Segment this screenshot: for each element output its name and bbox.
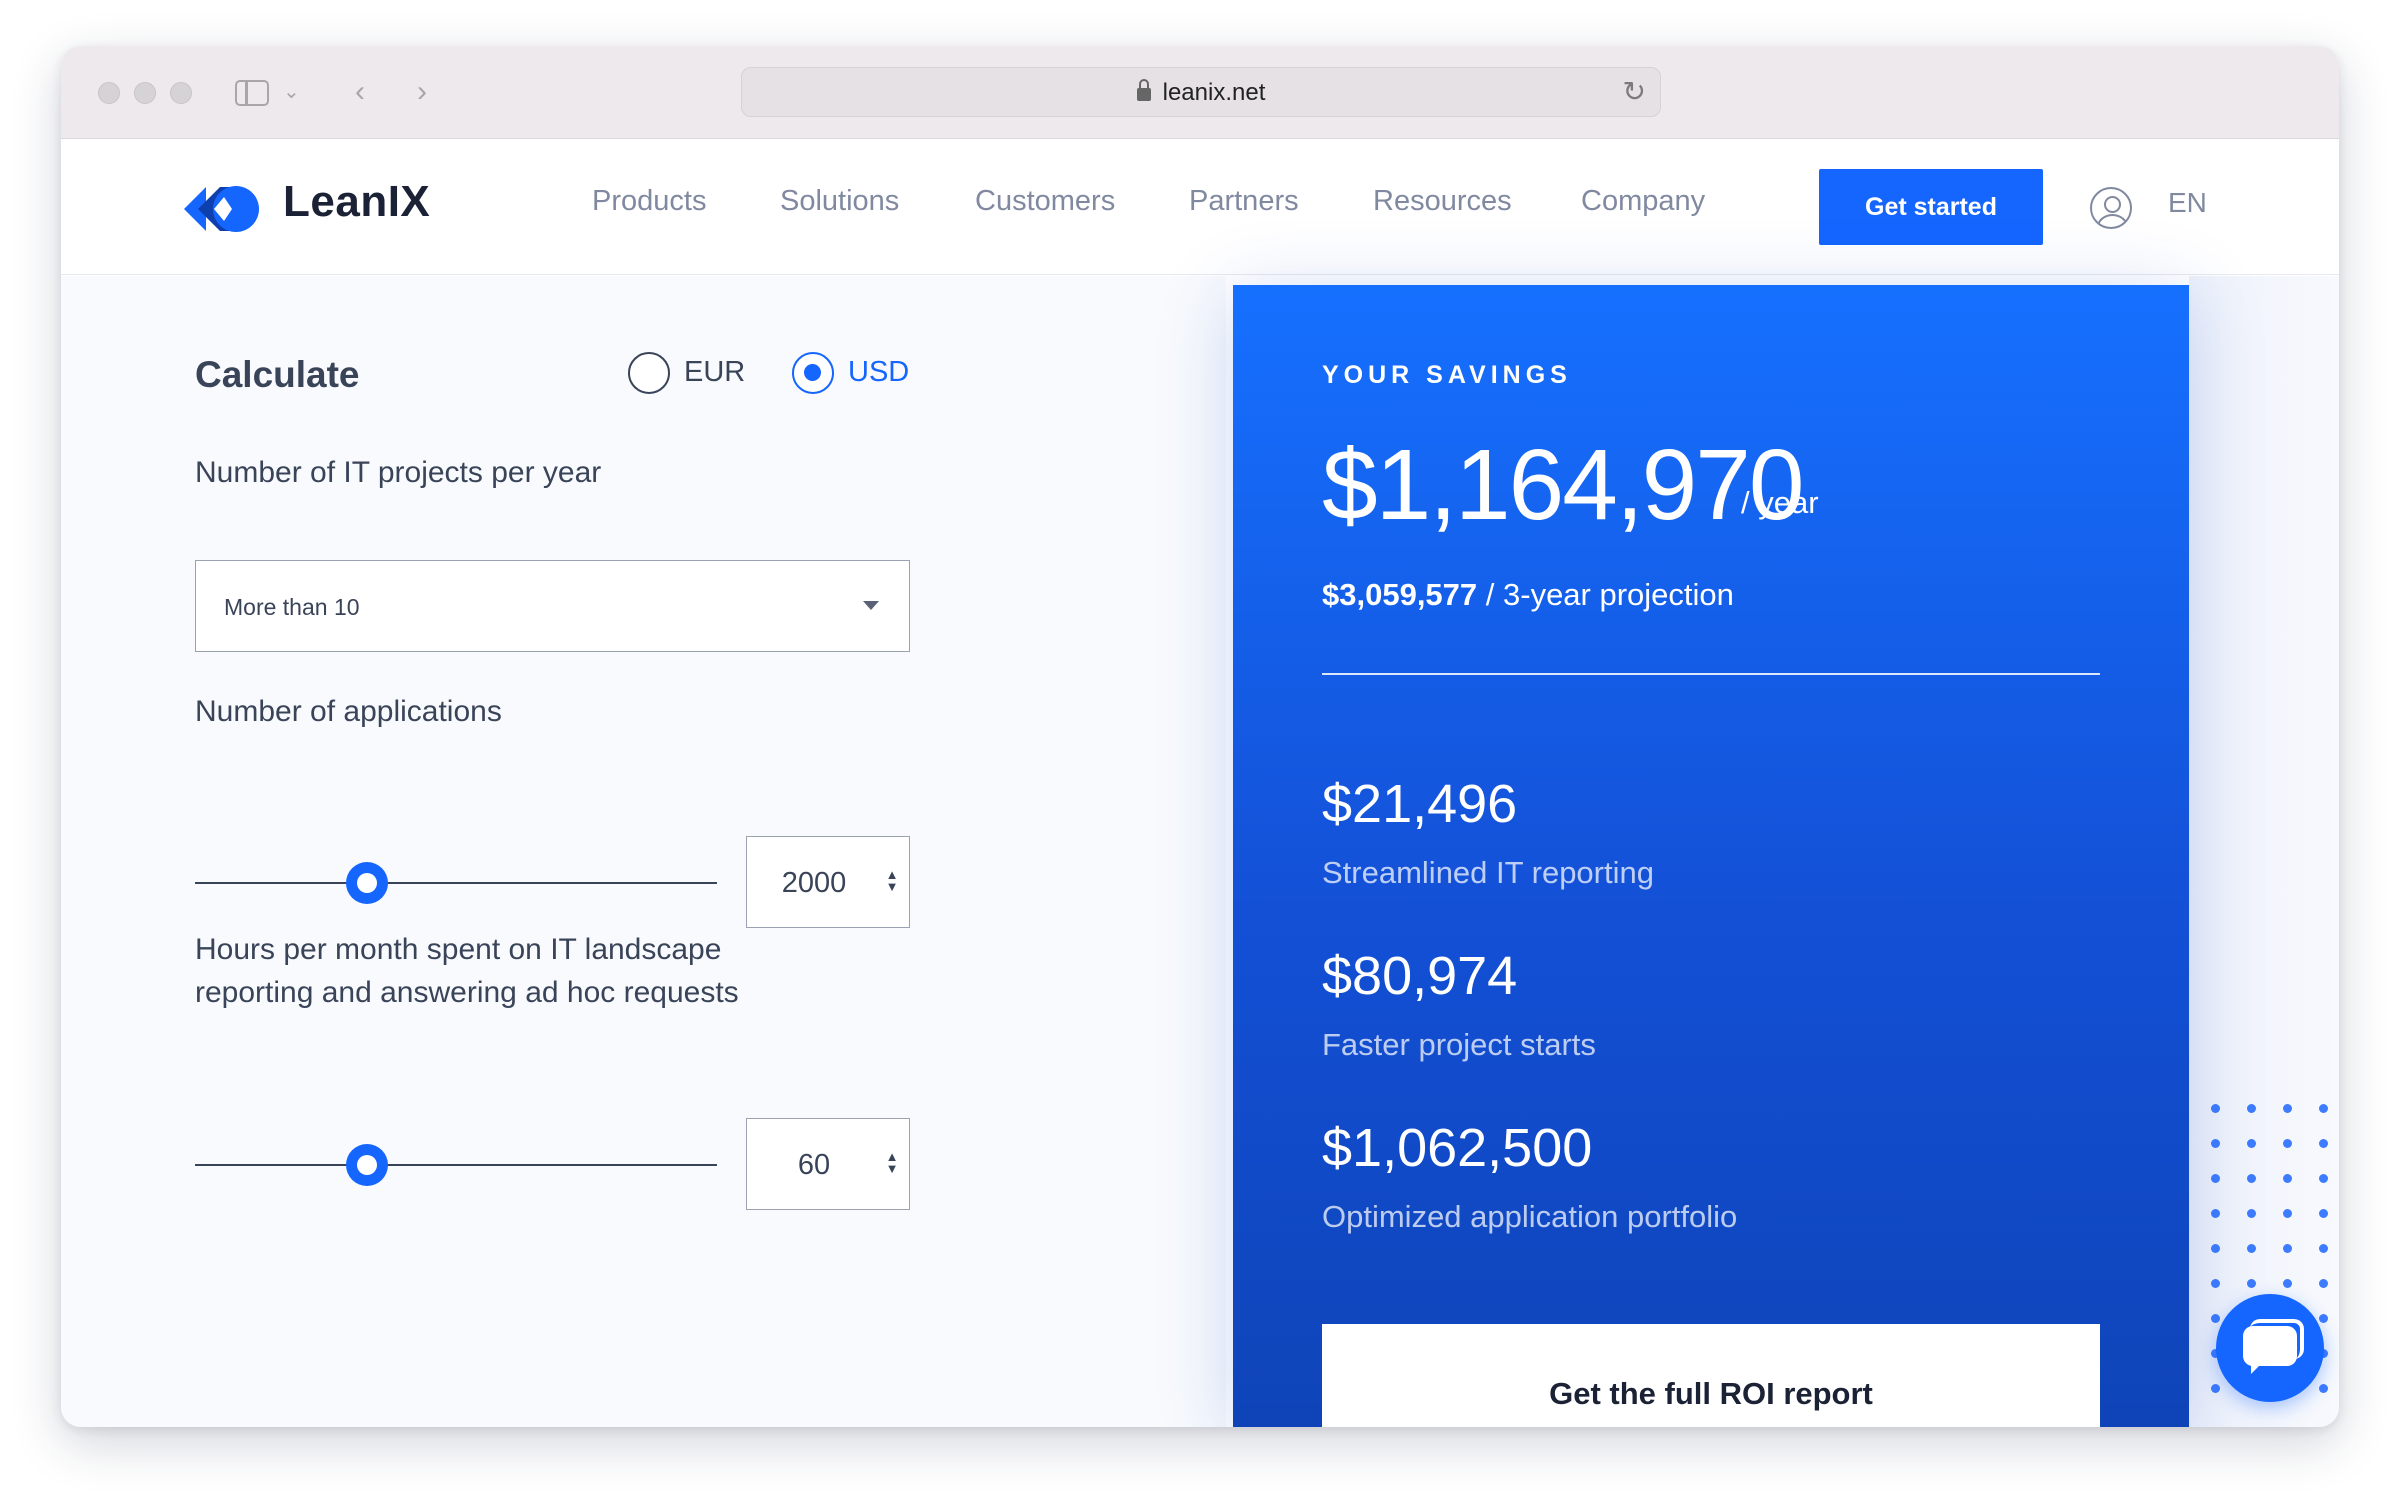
currency-usd-label[interactable]: USD: [848, 356, 909, 389]
decorative-dot: [2283, 1174, 2292, 1183]
applications-slider-track[interactable]: [195, 882, 717, 884]
decorative-dot: [2283, 1209, 2292, 1218]
browser-toolbar: ⌄ ‹ › leanix.net ↻: [61, 46, 2339, 139]
divider: [1322, 673, 2100, 675]
savings-item-label: Optimized application portfolio: [1322, 1199, 1738, 1234]
decorative-dot: [2283, 1244, 2292, 1253]
decorative-dot: [2283, 1104, 2292, 1113]
applications-slider-thumb[interactable]: [346, 862, 389, 904]
user-icon[interactable]: [2090, 187, 2132, 229]
chevron-right-icon[interactable]: ›: [407, 72, 437, 112]
decorative-dot: [2283, 1279, 2292, 1288]
calculator-panel: Calculate EUR USD Number of IT projects …: [61, 276, 1226, 1427]
savings-eyebrow: YOUR SAVINGS: [1322, 361, 1572, 389]
savings-item-value: $21,496: [1322, 774, 1518, 834]
currency-usd-radio[interactable]: [792, 352, 834, 394]
stepper-icon[interactable]: ▲ ▼: [885, 1150, 899, 1175]
lock-icon: [1136, 79, 1151, 101]
decorative-dot: [2319, 1384, 2328, 1393]
decorative-dot: [2319, 1174, 2328, 1183]
nav-partners[interactable]: Partners: [1189, 185, 1299, 218]
currency-eur-label[interactable]: EUR: [684, 356, 745, 389]
decorative-dot: [2211, 1279, 2220, 1288]
hours-value: 60: [797, 1149, 831, 1181]
decorative-dot: [2319, 1104, 2328, 1113]
decorative-dot: [2247, 1174, 2256, 1183]
chat-widget-button[interactable]: [2216, 1294, 2324, 1402]
decorative-dot: [2247, 1279, 2256, 1288]
hours-slider-track[interactable]: [195, 1164, 717, 1166]
browser-window: ⌄ ‹ › leanix.net ↻ LeanIX Products Solut…: [61, 46, 2339, 1427]
decorative-dot: [2211, 1244, 2220, 1253]
decorative-dot: [2319, 1314, 2328, 1323]
decorative-dot: [2211, 1384, 2220, 1393]
close-window-button[interactable]: [98, 82, 120, 104]
decorative-dot: [2247, 1209, 2256, 1218]
address-bar[interactable]: leanix.net ↻: [741, 67, 1661, 117]
projects-select-value: More than 10: [224, 594, 360, 620]
zoom-window-button[interactable]: [170, 82, 192, 104]
nav-solutions[interactable]: Solutions: [780, 185, 899, 218]
calculator-title: Calculate: [195, 354, 360, 395]
chevron-down-icon[interactable]: ⌄: [283, 72, 300, 112]
nav-customers[interactable]: Customers: [975, 185, 1115, 218]
projects-select[interactable]: More than 10: [195, 560, 910, 652]
sidebar-toggle-icon[interactable]: [235, 80, 269, 106]
brand-name[interactable]: LeanIX: [283, 177, 430, 227]
hours-number-input[interactable]: 60 ▲ ▼: [746, 1118, 910, 1210]
decorative-dot: [2211, 1139, 2220, 1148]
decorative-dot: [2211, 1174, 2220, 1183]
nav-resources[interactable]: Resources: [1373, 185, 1512, 218]
site-header: LeanIX Products Solutions Customers Part…: [61, 139, 2339, 275]
chat-bubble-icon: [2243, 1326, 2297, 1374]
projection-line: $3,059,577 / 3-year projection: [1322, 577, 1734, 613]
decorative-dot: [2319, 1209, 2328, 1218]
savings-item-value: $1,062,500: [1322, 1118, 1593, 1178]
decorative-dot: [2247, 1244, 2256, 1253]
stepper-icon[interactable]: ▲ ▼: [885, 868, 899, 893]
decorative-dot: [2283, 1139, 2292, 1148]
decorative-dot: [2211, 1314, 2220, 1323]
projects-label: Number of IT projects per year: [195, 456, 602, 489]
nav-company[interactable]: Company: [1581, 185, 1705, 218]
chevron-down-icon: [863, 601, 879, 610]
reload-icon[interactable]: ↻: [1623, 76, 1646, 108]
applications-number-input[interactable]: 2000 ▲ ▼: [746, 836, 910, 928]
projection-label: / 3-year projection: [1485, 577, 1734, 612]
savings-item-value: $80,974: [1322, 946, 1518, 1006]
hours-label-line2: reporting and answering ad hoc requests: [195, 976, 739, 1009]
yearly-savings-total: $1,164,970: [1322, 429, 1804, 541]
get-started-button[interactable]: Get started: [1819, 169, 2043, 245]
currency-eur-radio[interactable]: [628, 352, 670, 394]
nav-products[interactable]: Products: [592, 185, 706, 218]
minimize-window-button[interactable]: [134, 82, 156, 104]
applications-label: Number of applications: [195, 695, 502, 728]
roi-report-button[interactable]: Get the full ROI report: [1322, 1324, 2100, 1427]
savings-item-label: Faster project starts: [1322, 1027, 1596, 1062]
chevron-left-icon[interactable]: ‹: [345, 72, 375, 112]
decorative-dot: [2319, 1139, 2328, 1148]
decorative-dot: [2247, 1139, 2256, 1148]
decorative-dot: [2211, 1104, 2220, 1113]
yearly-savings-unit: / year: [1741, 485, 1819, 520]
savings-item-label: Streamlined IT reporting: [1322, 855, 1654, 890]
hours-slider-thumb[interactable]: [346, 1144, 389, 1186]
hours-label-line1: Hours per month spent on IT landscape: [195, 933, 722, 966]
decorative-dot: [2319, 1244, 2328, 1253]
language-selector[interactable]: EN: [2168, 187, 2207, 219]
url-text: leanix.net: [1162, 79, 1266, 106]
decorative-dot: [2211, 1209, 2220, 1218]
decorative-dot: [2247, 1104, 2256, 1113]
savings-panel: YOUR SAVINGS $1,164,970 / year $3,059,57…: [1233, 285, 2189, 1427]
projection-value: $3,059,577: [1322, 577, 1478, 612]
decorative-dot: [2319, 1279, 2328, 1288]
applications-value: 2000: [781, 867, 847, 899]
decorative-background: [2189, 276, 2339, 1427]
leanix-logo-icon[interactable]: [184, 183, 264, 235]
